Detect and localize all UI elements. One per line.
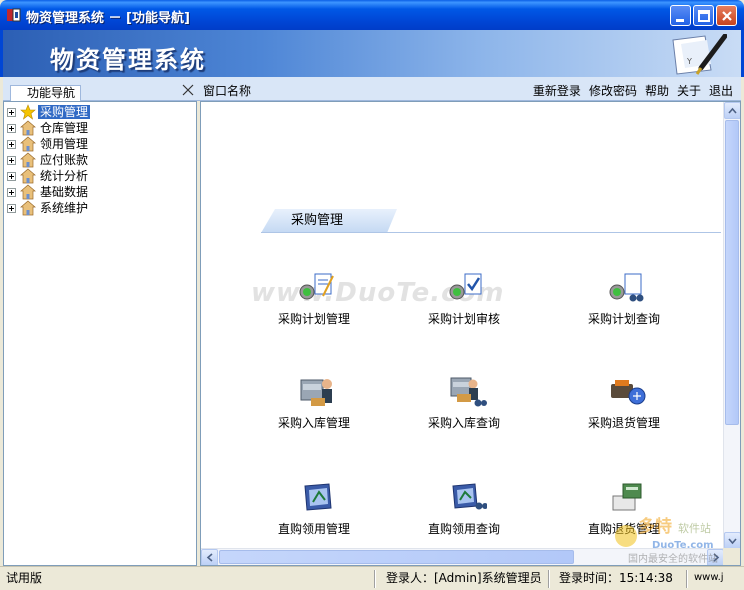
plan-audit-icon [449,273,482,300]
function-direct-use-manage[interactable]: 直购领用管理 [259,480,369,544]
top-links: 重新登录 修改密码 帮助 关于 退出 [533,82,733,99]
function-return-manage[interactable]: 采购退货管理 [569,374,679,438]
function-plan-query[interactable]: 采购计划查询 [569,270,679,334]
svg-text:Y: Y [686,57,692,66]
expand-icon[interactable] [7,171,16,181]
function-plan-audit[interactable]: 采购计划审核 [409,270,519,334]
plan-manage-icon [299,273,334,300]
arrow-left-icon [206,553,213,562]
window-name-label: 窗口名称 [203,84,252,98]
maximize-icon [698,10,710,22]
function-stock-in-manage[interactable]: 采购入库管理 [259,374,369,438]
status-separator [548,570,550,588]
tree-item-payables[interactable]: 应付账款 [7,152,90,168]
direct-use-query-icon [452,483,487,510]
expand-icon[interactable] [7,203,16,213]
banner-title: 物资管理系统 [50,45,206,74]
house-icon [20,200,36,216]
function-plan-manage[interactable]: 采购计划管理 [259,270,369,334]
horizontal-scroll-thumb[interactable] [219,550,574,564]
house-icon [20,168,36,184]
expand-icon[interactable] [7,123,16,133]
scroll-left-button[interactable] [201,549,218,565]
stock-in-query-icon [450,377,487,407]
section-header: 采购管理 [261,209,397,233]
tree-item-statistics[interactable]: 统计分析 [7,168,90,184]
expand-icon[interactable] [7,139,16,149]
close-panel-icon[interactable] [180,82,196,98]
status-user: 登录人：[Admin]系统管理员 [386,571,542,585]
star-icon [20,104,36,120]
watermark-note: 国内最安全的软件站 [628,552,718,565]
exit-link[interactable]: 退出 [709,82,733,99]
tab-function-navigation[interactable]: 功能导航 [10,85,81,101]
watermark-brand: 多特 [638,516,672,537]
expand-icon[interactable] [7,107,16,117]
return-manage-icon [611,380,646,405]
tree-item-requisition[interactable]: 领用管理 [7,136,90,152]
main-content: 采购管理 www.DuoTe.com 采购计划管理 采购计划审核 采购计划查询 [200,101,741,566]
scroll-up-button[interactable] [724,102,740,119]
house-icon [20,184,36,200]
section-title: 采购管理 [291,213,344,228]
plan-query-icon [609,273,644,302]
navigation-tree: 采购管理 仓库管理 领用管理 应付账款 统计分析 基础数据 系统维护 [3,101,197,566]
pen-paper-logo-icon: Y [672,34,727,75]
tab-function-navigation-label: 功能导航 [27,86,76,100]
app-icon [7,8,21,22]
status-login-time: 登录时间：15:14:38 [559,571,673,585]
arrow-up-icon [728,107,737,114]
house-icon [20,152,36,168]
tree-item-basic-data[interactable]: 基础数据 [7,184,90,200]
function-direct-use-query[interactable]: 直购领用查询 [409,480,519,544]
watermark-sub: 软件站 [678,521,711,535]
close-button[interactable] [716,5,737,26]
house-icon [20,136,36,152]
minimize-icon [676,19,684,22]
change-password-link[interactable]: 修改密码 [589,82,637,99]
window-title-bar[interactable]: 物资管理系统 － [功能导航] [0,0,744,30]
direct-use-manage-icon [304,483,332,511]
tree-item-system-maintenance[interactable]: 系统维护 [7,200,90,216]
minimize-button[interactable] [670,5,691,26]
app-banner: 物资管理系统 Y [0,30,744,77]
tree-item-warehouse[interactable]: 仓库管理 [7,120,90,136]
toolbar: 功能导航 窗口名称 重新登录 修改密码 帮助 关于 退出 [3,77,741,101]
status-site: www.j [694,572,724,583]
close-icon [722,11,732,21]
vertical-scrollbar[interactable] [723,102,740,549]
status-bar: 试用版 登录人：[Admin]系统管理员 登录时间：15:14:38 www.j [0,566,744,590]
watermark-domain: DuoTe.com [652,540,714,551]
section-divider [261,232,721,233]
status-mode: 试用版 [6,571,43,585]
maximize-button[interactable] [693,5,714,26]
expand-icon[interactable] [7,187,16,197]
vertical-scroll-thumb[interactable] [725,120,739,425]
house-icon [20,120,36,136]
status-separator [374,570,376,588]
tree-item-purchase[interactable]: 采购管理 [7,104,91,120]
expand-icon[interactable] [7,155,16,165]
function-stock-in-query[interactable]: 采购入库查询 [409,374,519,438]
window-title: 物资管理系统 － [功能导航] [26,11,190,26]
relogin-link[interactable]: 重新登录 [533,82,581,99]
about-link[interactable]: 关于 [677,82,701,99]
help-link[interactable]: 帮助 [645,82,669,99]
duote-watermark-logo: 多特 软件站 DuoTe.com 国内最安全的软件站 [615,516,718,565]
stock-in-manage-icon [300,379,332,406]
